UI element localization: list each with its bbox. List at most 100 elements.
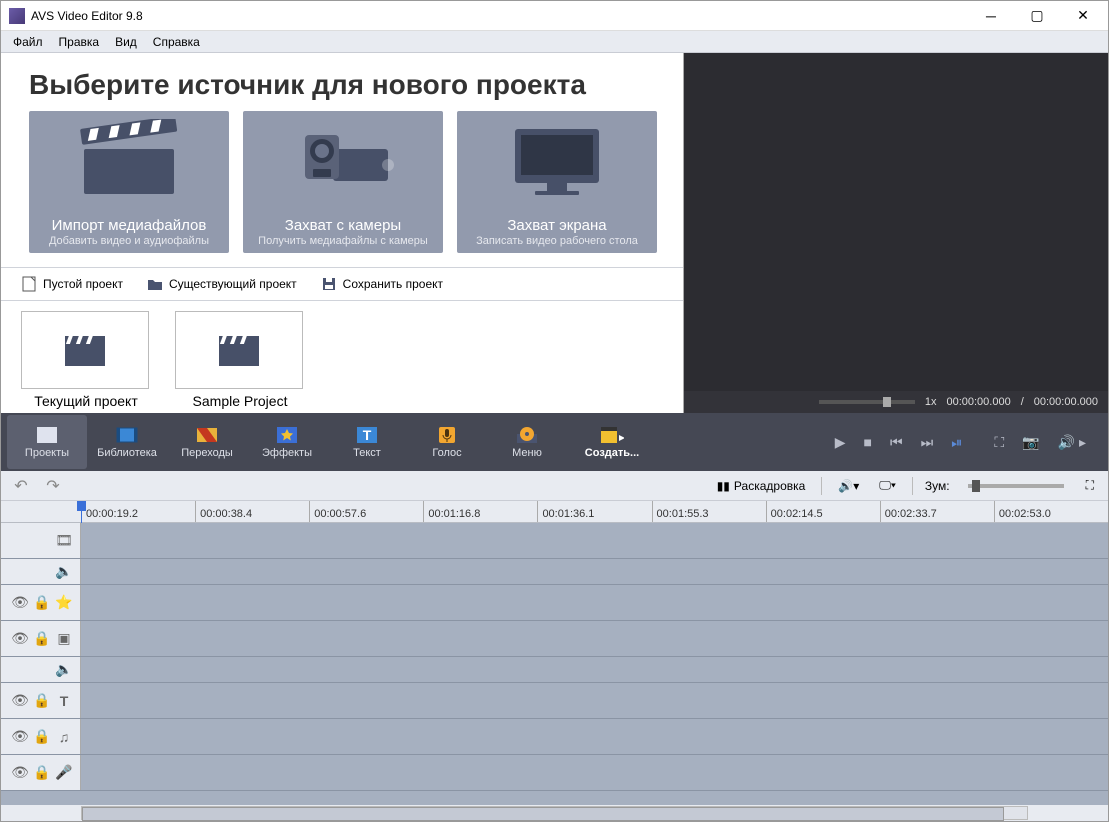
export-icon <box>600 425 624 445</box>
app-title: AVS Video Editor 9.8 <box>31 9 143 23</box>
play-button[interactable]: ▶ <box>835 434 846 451</box>
action-existing-project[interactable]: Существующий проект <box>147 276 297 292</box>
document-icon <box>21 276 37 292</box>
lock-icon[interactable]: 🔒 <box>34 631 50 647</box>
menu-edit[interactable]: Правка <box>51 33 108 51</box>
text-icon: T <box>355 425 379 445</box>
ruler-mark: 00:00:19.2 <box>81 501 195 522</box>
tool-menu[interactable]: Меню <box>487 415 567 469</box>
card-title: Импорт медиафайлов <box>52 217 207 234</box>
timeline-scrollbar[interactable] <box>1 805 1108 821</box>
menu-help[interactable]: Справка <box>145 33 208 51</box>
speaker-icon: 🔈 <box>56 662 72 678</box>
track-audio[interactable]: 👁 🔒 ♫ <box>1 719 1108 755</box>
card-capture-screen[interactable]: Захват экрана Записать видео рабочего ст… <box>457 111 657 253</box>
menubar: Файл Правка Вид Справка <box>1 31 1108 53</box>
prev-button[interactable]: ⏮ <box>890 434 903 451</box>
eye-icon[interactable]: 👁 <box>12 595 28 611</box>
track-overlay[interactable]: 👁 🔒 ▣ <box>1 621 1108 657</box>
tracks: 🎞 🔈 👁 🔒 ⭐ 👁 🔒 ▣ 🔈 👁 🔒 <box>1 523 1108 805</box>
card-import-media[interactable]: Импорт медиафайлов Добавить видео и ауди… <box>29 111 229 253</box>
recent-item-sample[interactable]: Sample Project <box>175 311 305 403</box>
close-button[interactable]: ✕ <box>1060 1 1106 31</box>
tool-label: Библиотека <box>97 447 157 459</box>
film-icon: 🎞 <box>56 533 72 549</box>
track-voice[interactable]: 👁 🔒 🎤 <box>1 755 1108 791</box>
tool-projects[interactable]: Проекты <box>7 415 87 469</box>
maximize-button[interactable]: ▢ <box>1014 1 1060 31</box>
menu-file[interactable]: Файл <box>5 33 51 51</box>
card-subtitle: Записать видео рабочего стола <box>476 235 638 247</box>
eye-icon[interactable]: 👁 <box>12 729 28 745</box>
divider <box>912 477 913 495</box>
card-capture-camera[interactable]: Захват с камеры Получить медиафайлы с ка… <box>243 111 443 253</box>
text-icon: T <box>56 693 72 709</box>
menu-view[interactable]: Вид <box>107 33 145 51</box>
zoom-slider[interactable] <box>968 484 1064 488</box>
eye-icon[interactable]: 👁 <box>12 765 28 781</box>
tool-effects[interactable]: Эффекты <box>247 415 327 469</box>
tool-transitions[interactable]: Переходы <box>167 415 247 469</box>
eye-icon[interactable]: 👁 <box>12 693 28 709</box>
step-button[interactable]: ⏯ <box>951 434 962 451</box>
ruler-mark: 00:01:16.8 <box>423 501 537 522</box>
clapperboard-icon <box>74 119 184 199</box>
lock-icon[interactable]: 🔒 <box>34 765 50 781</box>
ruler-mark: 00:00:38.4 <box>195 501 309 522</box>
view-options-button[interactable]: 🖵▾ <box>875 476 900 495</box>
lock-icon[interactable]: 🔒 <box>34 693 50 709</box>
action-empty-project[interactable]: Пустой проект <box>21 276 123 292</box>
undo-button[interactable]: ↶ <box>11 476 31 496</box>
camera-icon <box>283 119 403 199</box>
svg-text:T: T <box>363 427 372 443</box>
tool-library[interactable]: Библиотека <box>87 415 167 469</box>
next-button[interactable]: ⏭ <box>921 434 934 451</box>
lock-icon[interactable]: 🔒 <box>34 729 50 745</box>
tool-voice[interactable]: Голос <box>407 415 487 469</box>
preview-status: 1x 00:00:00.000 / 00:00:00.000 <box>684 391 1108 413</box>
mic-icon: 🎤 <box>56 765 72 781</box>
folder-icon <box>147 276 163 292</box>
recent-label: Sample Project <box>175 393 305 409</box>
tool-label: Меню <box>512 447 542 459</box>
stop-button[interactable]: ■ <box>864 434 872 450</box>
action-save-project[interactable]: Сохранить проект <box>321 276 443 292</box>
speed-label: 1x <box>925 396 937 408</box>
snapshot-button[interactable]: 📷 <box>1022 434 1039 451</box>
time-current: 00:00:00.000 <box>946 396 1010 408</box>
transition-icon <box>195 425 219 445</box>
track-effects[interactable]: 👁 🔒 ⭐ <box>1 585 1108 621</box>
eye-icon[interactable]: 👁 <box>12 631 28 647</box>
redo-button[interactable]: ↷ <box>43 476 63 496</box>
fullscreen-button[interactable]: ⛶ <box>994 434 1004 451</box>
minimize-button[interactable]: ─ <box>968 1 1014 31</box>
preview-video <box>684 53 1108 391</box>
track-text[interactable]: 👁 🔒 T <box>1 683 1108 719</box>
tool-label: Создать... <box>585 447 639 459</box>
card-subtitle: Добавить видео и аудиофайлы <box>49 235 209 247</box>
track-video-audio[interactable]: 🔈 <box>1 559 1108 585</box>
tool-label: Голос <box>432 447 461 459</box>
lock-icon[interactable]: 🔒 <box>34 595 50 611</box>
ruler-mark: 00:01:55.3 <box>652 501 766 522</box>
overlay-icon: ▣ <box>56 631 72 647</box>
secondary-bar: ↶ ↷ ▮▮ Раскадровка 🔊▾ 🖵▾ Зум: ⛶ <box>1 471 1108 501</box>
recent-item-current[interactable]: Текущий проект <box>21 311 151 403</box>
tool-label: Проекты <box>25 447 69 459</box>
tool-create[interactable]: Создать... <box>567 415 657 469</box>
timeline: 00:00:19.2 00:00:38.4 00:00:57.6 00:01:1… <box>1 501 1108 821</box>
timeline-ruler[interactable]: 00:00:19.2 00:00:38.4 00:00:57.6 00:01:1… <box>1 501 1108 523</box>
track-video[interactable]: 🎞 <box>1 523 1108 559</box>
zoom-fit-button[interactable]: ⛶ <box>1082 476 1098 495</box>
speed-slider[interactable] <box>819 400 915 404</box>
tool-text[interactable]: T Текст <box>327 415 407 469</box>
storyboard-button[interactable]: ▮▮ Раскадровка <box>713 477 810 495</box>
clapperboard-icon <box>61 330 109 370</box>
track-overlay-audio[interactable]: 🔈 <box>1 657 1108 683</box>
filmstrip-icon <box>115 425 139 445</box>
toolstrip: Проекты Библиотека Переходы Эффекты T Те… <box>1 413 1108 471</box>
volume-button[interactable]: 🔊 ▸ <box>1058 434 1086 451</box>
audio-options-button[interactable]: 🔊▾ <box>834 477 863 495</box>
project-actions: Пустой проект Существующий проект Сохран… <box>1 267 683 301</box>
ruler-mark: 00:00:57.6 <box>309 501 423 522</box>
